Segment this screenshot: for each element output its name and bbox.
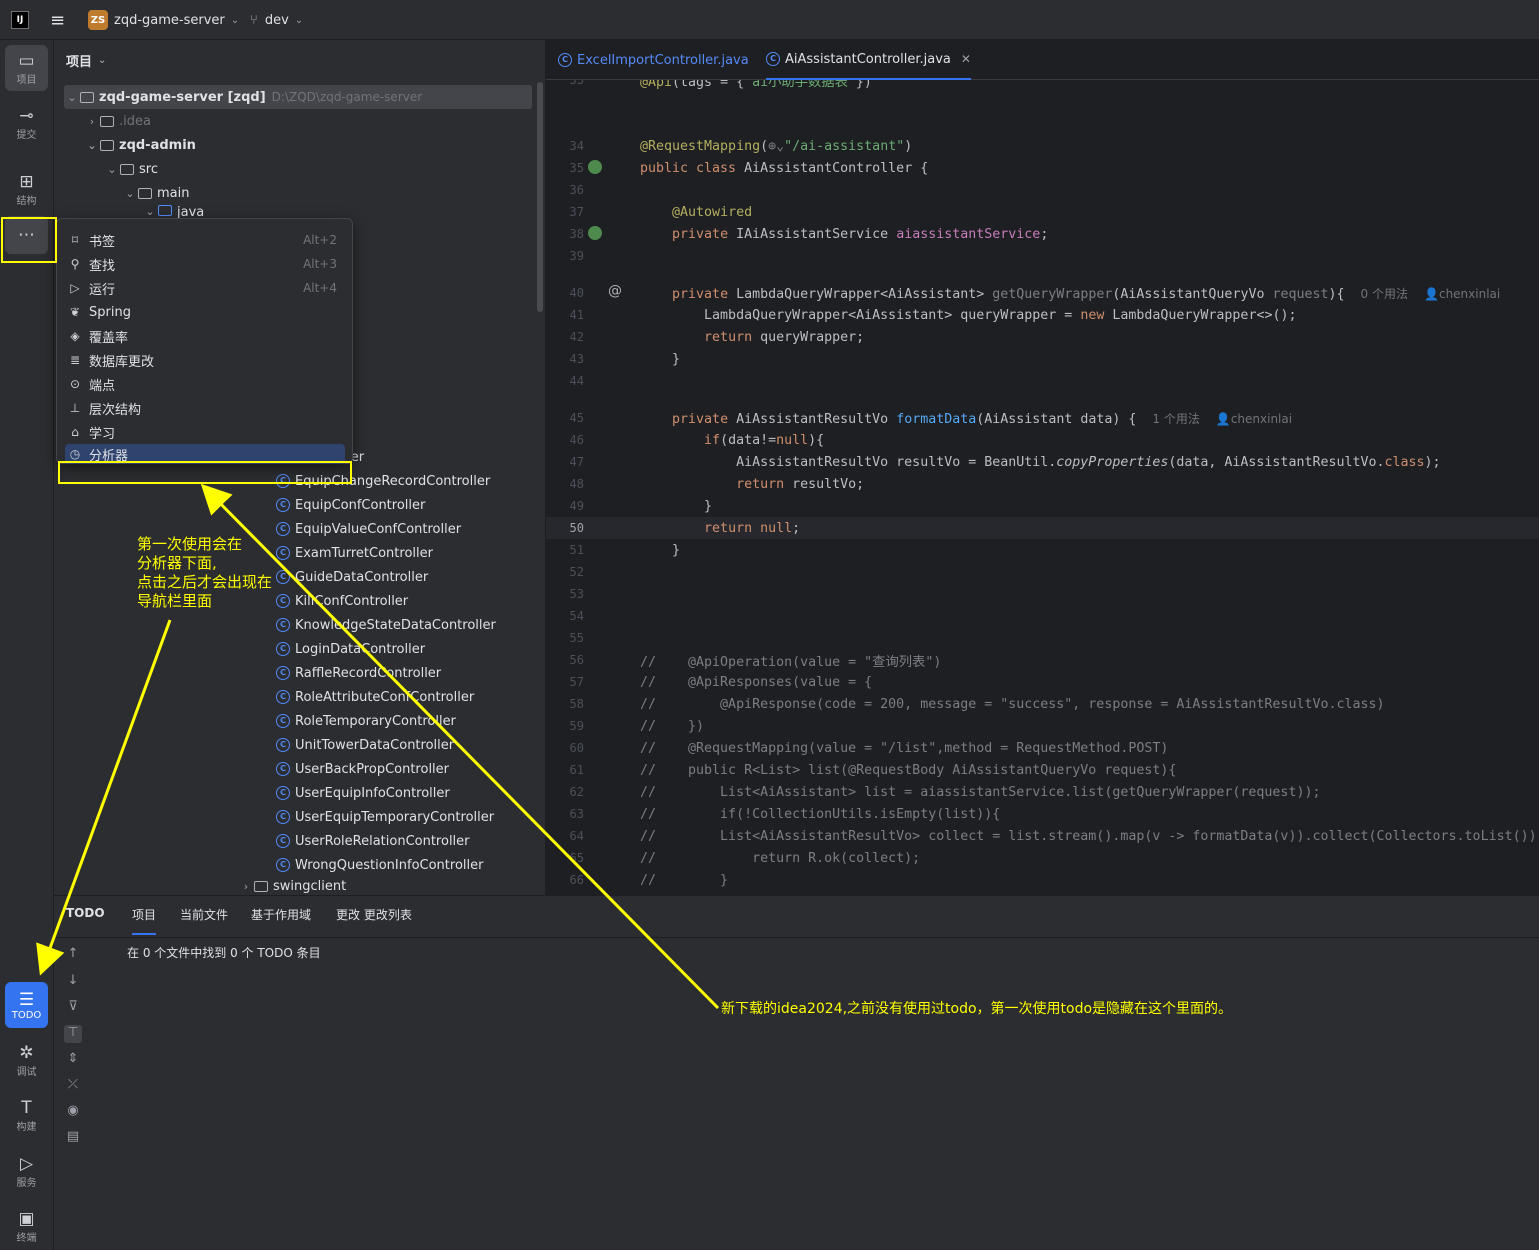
annotation-arrows [36,483,720,1010]
annotation-note-left: 第一次使用会在 分析器下面, 点击之后才会出现在 导航栏里面 [137,535,273,610]
annotation-note-right: 新下载的idea2024,之前没有使用过todo，第一次使用todo是隐藏在这个… [721,1001,1233,1017]
